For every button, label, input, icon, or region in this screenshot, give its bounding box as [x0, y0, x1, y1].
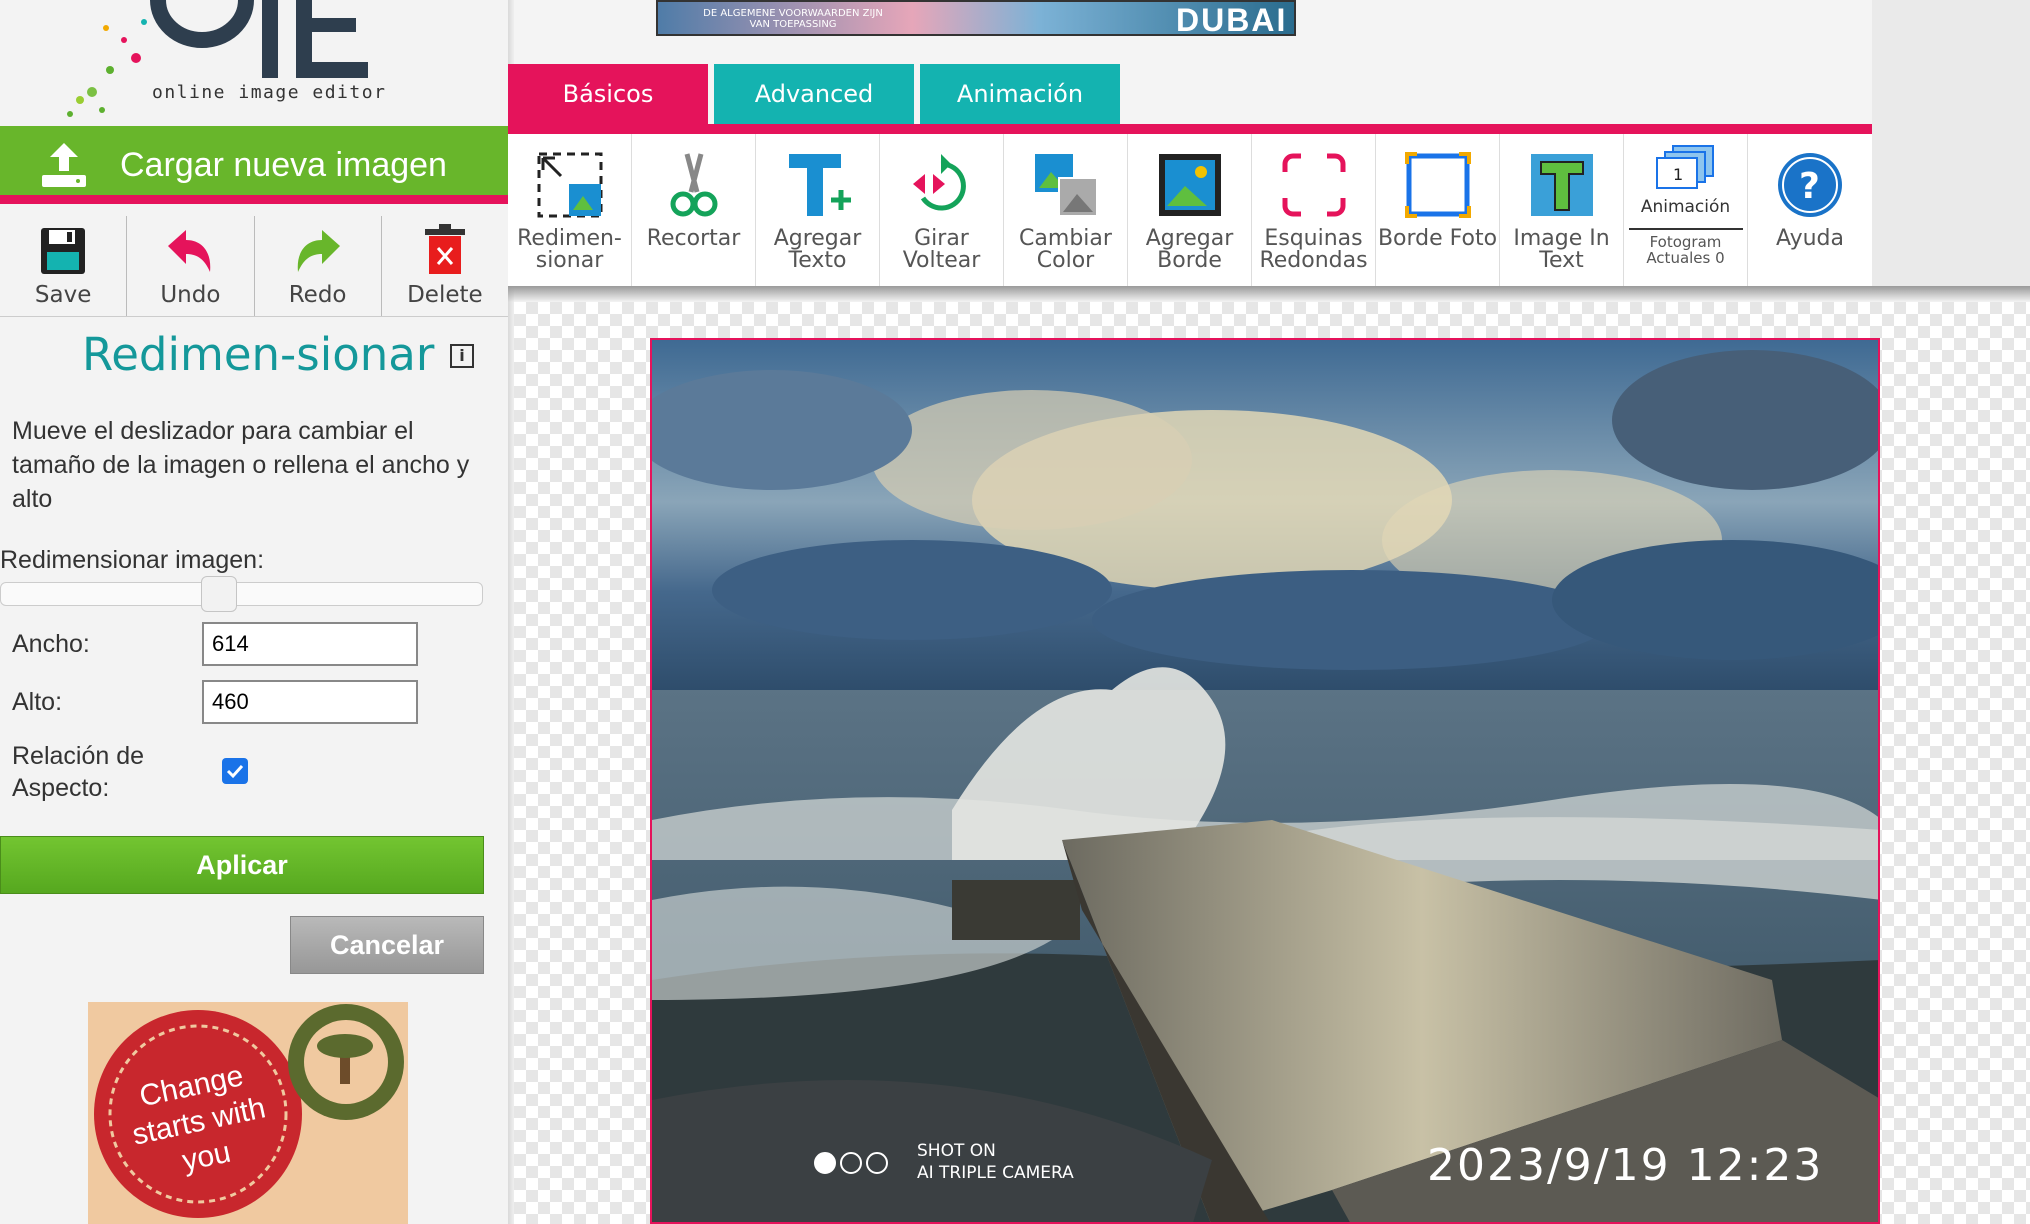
tool-crop-label: Recortar [646, 226, 741, 251]
svg-text:?: ? [1799, 166, 1820, 207]
logo[interactable]: online image editor [40, 0, 400, 118]
floppy-disk-icon [41, 228, 86, 274]
cancel-button[interactable]: Cancelar [290, 916, 484, 974]
tool-change-color-label: Cambiar Color [1019, 226, 1112, 273]
border-add-icon [1158, 154, 1221, 216]
upload-label: Cargar nueva imagen [120, 145, 447, 184]
delete-button[interactable]: Delete [382, 216, 508, 316]
save-label: Save [34, 282, 92, 308]
tab-basicos[interactable]: Básicos [508, 64, 708, 124]
aspect-ratio-checkbox[interactable] [222, 758, 248, 784]
tool-photo-border[interactable]: Borde Foto [1376, 134, 1500, 286]
panel-description: Mueve el deslizador para cambiar el tama… [12, 417, 470, 513]
upload-icon [42, 143, 86, 187]
image-in-text-icon [1530, 154, 1593, 216]
sidebar: online image editor Cargar nueva imagen … [0, 0, 508, 1224]
animation-frames-icon: 1 [1655, 145, 1714, 189]
file-actions-toolbar: Save Undo Redo Delete [0, 216, 508, 317]
tool-rotate-flip[interactable]: Girar Voltear [880, 134, 1004, 286]
info-icon[interactable]: i [450, 344, 474, 368]
tool-photo-border-label: Borde Foto [1377, 226, 1498, 251]
tool-rotate-flip-label: Girar Voltear [902, 226, 981, 273]
header-background [1872, 0, 2030, 290]
apply-button[interactable]: Aplicar [0, 836, 484, 894]
redo-icon [297, 230, 340, 272]
tool-help-label: Ayuda [1776, 226, 1844, 251]
resize-icon [537, 152, 602, 218]
camera-watermark-text: SHOT ON AI TRIPLE CAMERA [917, 1140, 1074, 1184]
checkmark-icon [226, 764, 244, 779]
undo-label: Undo [160, 282, 221, 308]
width-input[interactable] [202, 622, 418, 666]
save-button[interactable]: Save [0, 216, 128, 316]
width-label: Ancho: [12, 630, 90, 658]
scissors-icon [670, 153, 717, 217]
photo-content [652, 340, 1878, 1222]
mode-tabs: Básicos Advanced Animación [508, 64, 1126, 124]
tab-advanced[interactable]: Advanced [714, 64, 914, 124]
tool-animation-label: Animación [1640, 197, 1731, 217]
top-ad-brand: DUBAI [1176, 2, 1288, 38]
top-ad-banner[interactable]: DE ALGEMENE VOORWAARDEN ZIJN VAN TOEPASS… [656, 0, 1296, 38]
upload-new-image-button[interactable]: Cargar nueva imagen [0, 126, 508, 204]
tool-change-color[interactable]: Cambiar Color [1004, 134, 1128, 286]
top-ad-small-text: DE ALGEMENE VOORWAARDEN ZIJN VAN TOEPASS… [703, 8, 883, 30]
tool-crop[interactable]: Recortar [632, 134, 756, 286]
camera-watermark-dots [814, 1152, 888, 1174]
tool-resize[interactable]: Redimen-sionar [508, 134, 632, 286]
tools-toolbar: Redimen-sionar Recortar Agregar Texto Gi… [508, 134, 1872, 286]
camera-watermark-line2: AI TRIPLE CAMERA [917, 1163, 1074, 1183]
photo-border-icon [1404, 152, 1471, 218]
logo-text: online image editor [152, 82, 387, 103]
height-label: Alto: [12, 688, 63, 716]
tool-add-text-label: Agregar Texto [773, 226, 862, 273]
height-input[interactable] [202, 680, 418, 724]
aspect-ratio-label: Relación de Aspecto: [12, 742, 145, 802]
sidebar-ad[interactable]: Change starts with you [88, 1002, 408, 1224]
tool-add-border-label: Agregar Borde [1145, 226, 1234, 273]
resize-slider-handle[interactable] [201, 576, 238, 612]
undo-button[interactable]: Undo [127, 216, 255, 316]
resize-slider-track[interactable] [0, 582, 483, 606]
tool-animation[interactable]: 1 Animación Fotogram Actuales 0 [1624, 134, 1748, 286]
photo-date-stamp: 2023/9/19 12:23 [1427, 1140, 1824, 1191]
tool-rounded-corners[interactable]: Esquinas Redondas [1252, 134, 1376, 286]
help-icon: ? [1778, 153, 1842, 217]
rounded-corners-icon [1282, 153, 1345, 217]
edited-image[interactable]: SHOT ON AI TRIPLE CAMERA 2023/9/19 12:23 [650, 338, 1880, 1224]
tool-help[interactable]: ? Ayuda [1748, 134, 1872, 286]
trash-icon [424, 224, 465, 274]
toolbar-shadow [508, 286, 2030, 302]
resize-slider-label: Redimensionar imagen: [0, 546, 265, 574]
panel-title: Redimen-sionar [82, 328, 435, 381]
delete-label: Delete [407, 282, 483, 308]
camera-watermark-line1: SHOT ON [917, 1141, 996, 1161]
tool-rounded-corners-label: Esquinas Redondas [1259, 226, 1368, 273]
redo-button[interactable]: Redo [255, 216, 382, 316]
svg-text:1: 1 [1673, 165, 1683, 184]
tab-animacion[interactable]: Animación [920, 64, 1120, 124]
tool-add-text[interactable]: Agregar Texto [756, 134, 880, 286]
redo-label: Redo [288, 282, 347, 308]
tool-image-in-text-label: Image In Text [1513, 226, 1610, 273]
tool-image-in-text[interactable]: Image In Text [1500, 134, 1624, 286]
tool-add-border[interactable]: Agregar Borde [1128, 134, 1252, 286]
tool-animation-frames-count: Fotogram Actuales 0 [1628, 228, 1743, 266]
tool-resize-label: Redimen-sionar [517, 226, 622, 273]
rotate-flip-icon [912, 154, 966, 211]
color-change-icon [1034, 154, 1098, 217]
text-add-icon [788, 154, 851, 216]
undo-icon [168, 230, 211, 272]
tabs-underline [508, 124, 1872, 134]
